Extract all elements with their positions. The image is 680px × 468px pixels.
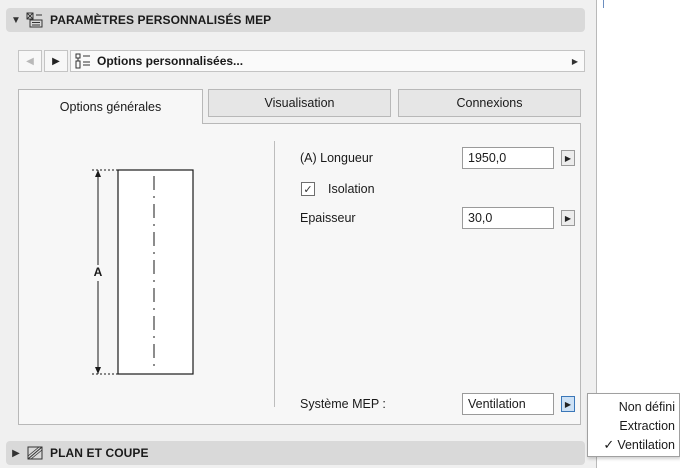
- tab-connections[interactable]: Connexions: [398, 89, 581, 117]
- menu-item-label: Extraction: [619, 419, 675, 433]
- section-header-mep[interactable]: ▼ PARAMÈTRES PERSONNALISÉS MEP: [6, 8, 585, 32]
- tab-general-options[interactable]: Options générales: [18, 89, 203, 124]
- caret-right-icon: ▶: [564, 213, 572, 223]
- insulation-checkbox[interactable]: ✓: [301, 182, 315, 196]
- tab-visualisation[interactable]: Visualisation: [208, 89, 391, 117]
- thickness-options-button[interactable]: ▶: [561, 210, 575, 226]
- expand-arrow-down-icon[interactable]: ▼: [8, 15, 24, 26]
- length-options-button[interactable]: ▶: [561, 150, 575, 166]
- chevron-right-icon: ▶: [52, 55, 60, 67]
- preset-navigation: ◀ ▶ Options personnalisées... ▶: [18, 49, 585, 73]
- menu-item-label: Ventilation: [617, 438, 675, 452]
- plan-section-icon: [27, 446, 43, 460]
- expand-arrow-right-icon[interactable]: ▶: [8, 448, 24, 459]
- chevron-left-icon: ◀: [26, 55, 34, 67]
- menu-item-undefined[interactable]: Non défini: [619, 397, 675, 417]
- mep-system-field[interactable]: Ventilation: [462, 393, 554, 415]
- menu-item-extraction[interactable]: Extraction: [619, 416, 675, 436]
- column-divider: [274, 141, 275, 407]
- checkmark-icon: ✓: [303, 183, 313, 196]
- previous-button[interactable]: ◀: [18, 50, 42, 72]
- thickness-input[interactable]: 30,0: [462, 207, 554, 229]
- section-title-plan: PLAN ET COUPE: [50, 446, 149, 460]
- mep-system-label: Système MEP :: [300, 397, 386, 411]
- mep-settings-icon: [26, 12, 43, 28]
- preset-label: Options personnalisées...: [97, 54, 244, 68]
- custom-options-icon: [75, 53, 90, 69]
- mep-system-dropdown-button[interactable]: ▶: [561, 396, 575, 412]
- caret-right-icon: ▶: [571, 56, 578, 66]
- next-button[interactable]: ▶: [44, 50, 68, 72]
- mep-system-menu: Non défini Extraction ✓ Ventilation: [587, 393, 680, 457]
- menu-item-label: Non défini: [618, 400, 675, 414]
- caret-right-icon: ▶: [564, 153, 572, 163]
- section-title-mep: PARAMÈTRES PERSONNALISÉS MEP: [50, 13, 272, 27]
- thickness-label: Epaisseur: [300, 211, 356, 225]
- dimension-label-a: A: [92, 265, 104, 281]
- section-header-plan[interactable]: ▶ PLAN ET COUPE: [6, 441, 585, 465]
- caret-right-icon: ▶: [564, 399, 572, 409]
- insulation-label: Isolation: [328, 182, 375, 196]
- length-input[interactable]: 1950,0: [462, 147, 554, 169]
- checkmark-icon: ✓: [603, 437, 615, 452]
- menu-item-ventilation[interactable]: ✓ Ventilation: [603, 435, 675, 455]
- length-label: (A) Longueur: [300, 151, 373, 165]
- preset-dropdown[interactable]: Options personnalisées... ▶: [70, 50, 585, 72]
- window-edge: [603, 0, 604, 8]
